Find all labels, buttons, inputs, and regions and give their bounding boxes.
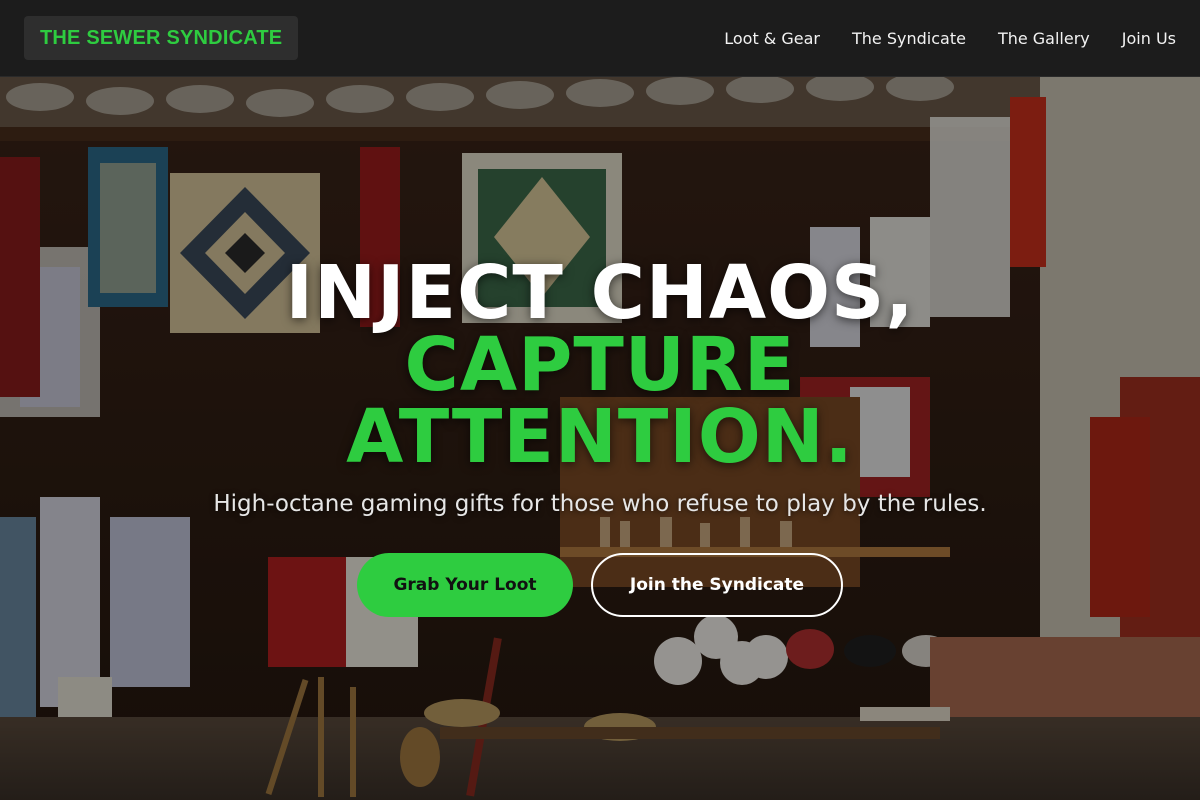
grab-your-loot-button[interactable]: Grab Your Loot [357,553,573,617]
nav-link-the-syndicate[interactable]: The Syndicate [852,29,966,48]
hero-cta-group: Grab Your Loot Join the Syndicate [357,553,843,617]
hero-section: INJECT CHAOS, CAPTURE ATTENTION. High-oc… [0,77,1200,800]
nav-link-join-us[interactable]: Join Us [1122,29,1176,48]
brand-logo[interactable]: THE SEWER SYNDICATE [24,16,299,60]
hero-content: INJECT CHAOS, CAPTURE ATTENTION. High-oc… [0,77,1200,800]
join-the-syndicate-button[interactable]: Join the Syndicate [591,553,843,617]
headline-line-1: INJECT CHAOS, [285,250,915,336]
hero-subtitle: High-octane gaming gifts for those who r… [213,491,987,517]
nav-link-the-gallery[interactable]: The Gallery [998,29,1090,48]
navbar: THE SEWER SYNDICATE Loot & Gear The Synd… [0,0,1200,77]
hero-headline: INJECT CHAOS, CAPTURE ATTENTION. [285,250,915,480]
headline-line-2: CAPTURE ATTENTION. [346,322,854,480]
nav-links: Loot & Gear The Syndicate The Gallery Jo… [724,29,1176,48]
nav-link-loot-gear[interactable]: Loot & Gear [724,29,820,48]
